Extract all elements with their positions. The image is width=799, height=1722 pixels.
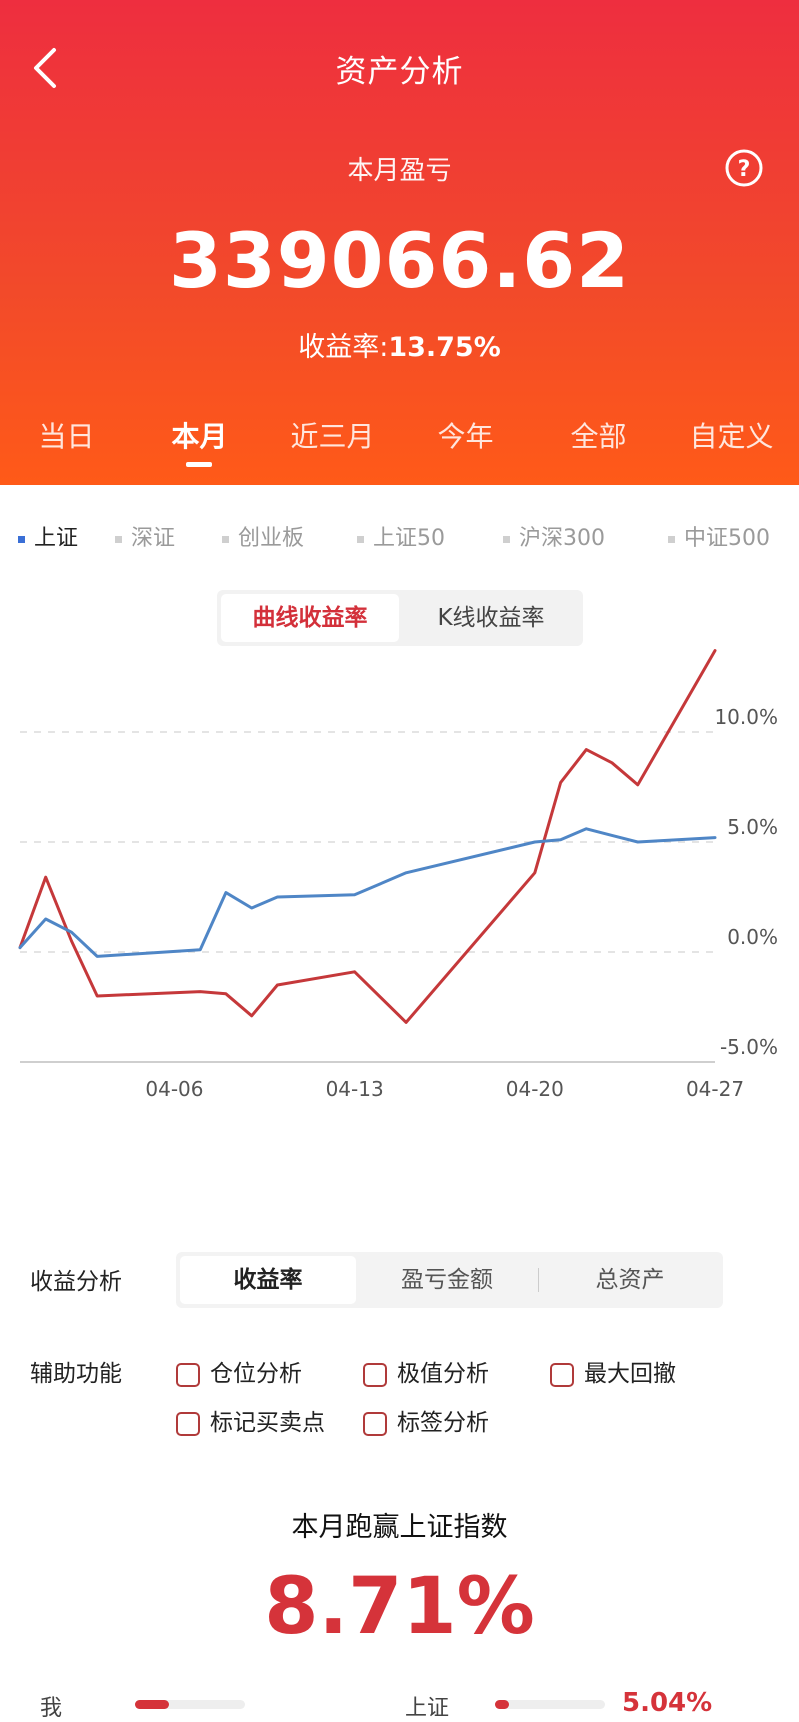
legend-dot xyxy=(668,535,675,543)
tab-today[interactable]: 当日 xyxy=(0,415,133,455)
index-csi500[interactable]: 中证500 xyxy=(668,520,770,552)
checkbox-label: 最大回撤 xyxy=(584,1361,676,1387)
return-rate: 收益率:13.75% xyxy=(0,325,799,364)
checkbox-label: 极值分析 xyxy=(397,1361,489,1387)
index-label-bottom: 上证 xyxy=(405,1696,450,1721)
profit-value: 339066.62 xyxy=(169,216,630,305)
checkbox-trade-points[interactable]: 标记买卖点 xyxy=(176,1403,325,1437)
checkbox-label: 标签分析 xyxy=(397,1410,489,1436)
index-bar xyxy=(495,1700,605,1709)
tab-all[interactable]: 全部 xyxy=(532,415,665,455)
option-profit-amount[interactable]: 盈亏金额 xyxy=(358,1256,536,1304)
index-csi300[interactable]: 沪深300 xyxy=(503,520,605,552)
option-total-assets[interactable]: 总资产 xyxy=(540,1256,720,1304)
return-rate-value: 13.75% xyxy=(388,332,501,363)
chart-mode-toggle: 曲线收益率 K线收益率 xyxy=(217,590,583,646)
checkbox-icon xyxy=(363,1411,387,1436)
aux-label: 辅助功能 xyxy=(30,1361,122,1387)
checkbox-icon xyxy=(176,1411,200,1436)
checkbox-label: 标记买卖点 xyxy=(210,1410,325,1436)
month-profit-label: 本月盈亏 xyxy=(347,156,452,186)
analysis-toggle: 收益率 盈亏金额 总资产 xyxy=(176,1252,723,1308)
option-return-rate[interactable]: 收益率 xyxy=(180,1256,356,1304)
return-rate-label: 收益率: xyxy=(298,332,389,363)
x-tick-label: 04-27 xyxy=(686,1077,744,1101)
me-label: 我 xyxy=(40,1696,63,1721)
checkbox-position-analysis[interactable]: 仓位分析 xyxy=(176,1354,302,1388)
checkbox-icon xyxy=(176,1362,200,1387)
index-label: 深证 xyxy=(131,526,176,551)
index-label: 上证50 xyxy=(373,526,445,551)
index-label: 创业板 xyxy=(238,526,305,551)
checkbox-extreme-analysis[interactable]: 极值分析 xyxy=(363,1354,489,1388)
legend-dot xyxy=(503,535,510,543)
tab-three-months[interactable]: 近三月 xyxy=(266,415,399,455)
index-sse50[interactable]: 上证50 xyxy=(357,520,445,552)
beat-index-title: 本月跑赢上证指数 xyxy=(291,1512,508,1543)
header: 资产分析 本月盈亏 ? 339066.62 收益率:13.75% 当日 本月 近… xyxy=(0,0,799,485)
beat-index-value: 8.71% xyxy=(264,1562,535,1652)
page-title: 资产分析 xyxy=(335,54,464,90)
checkbox-max-drawdown[interactable]: 最大回撤 xyxy=(550,1354,676,1388)
checkbox-tag-analysis[interactable]: 标签分析 xyxy=(363,1403,489,1437)
index-rate-bottom: 5.04% xyxy=(622,1688,713,1718)
index-shanghai[interactable]: 上证 xyxy=(18,520,78,552)
me-bar xyxy=(135,1700,245,1709)
index-line xyxy=(18,827,717,958)
legend-dot xyxy=(115,535,122,543)
help-icon[interactable]: ? xyxy=(724,148,764,188)
checkbox-icon xyxy=(550,1362,574,1387)
return-chart: 15.0%10.0%5.0%0.0%-5.0%04-0604-1304-2004… xyxy=(18,649,778,1101)
tab-custom[interactable]: 自定义 xyxy=(665,415,798,455)
x-tick-label: 04-06 xyxy=(145,1077,203,1101)
y-tick-label: -5.0% xyxy=(720,1035,778,1059)
x-tick-label: 04-20 xyxy=(506,1077,564,1101)
kline-return-button[interactable]: K线收益率 xyxy=(403,594,579,642)
index-shenzhen[interactable]: 深证 xyxy=(115,520,175,552)
svg-text:?: ? xyxy=(738,157,751,182)
divider xyxy=(538,1268,539,1292)
y-tick-label: 0.0% xyxy=(727,925,778,949)
me-bar-fill xyxy=(135,1700,169,1709)
tab-this-year[interactable]: 今年 xyxy=(399,415,532,455)
legend-dot xyxy=(357,535,364,543)
analysis-label: 收益分析 xyxy=(30,1269,122,1295)
x-tick-label: 04-13 xyxy=(326,1077,384,1101)
index-label: 中证500 xyxy=(684,526,770,551)
legend-dot xyxy=(18,535,25,543)
period-tabs: 当日 本月 近三月 今年 全部 自定义 xyxy=(0,415,799,455)
y-tick-label: 10.0% xyxy=(714,705,778,729)
checkbox-label: 仓位分析 xyxy=(210,1361,302,1387)
legend-dot xyxy=(222,535,229,543)
active-tab-indicator xyxy=(186,462,212,467)
tab-this-month[interactable]: 本月 xyxy=(133,415,266,455)
curve-return-button[interactable]: 曲线收益率 xyxy=(221,594,399,642)
y-tick-label: 5.0% xyxy=(727,815,778,839)
index-label: 沪深300 xyxy=(519,526,605,551)
index-chinext[interactable]: 创业板 xyxy=(222,520,304,552)
index-bar-fill xyxy=(495,1700,509,1709)
index-label: 上证 xyxy=(34,526,79,551)
checkbox-icon xyxy=(363,1362,387,1387)
